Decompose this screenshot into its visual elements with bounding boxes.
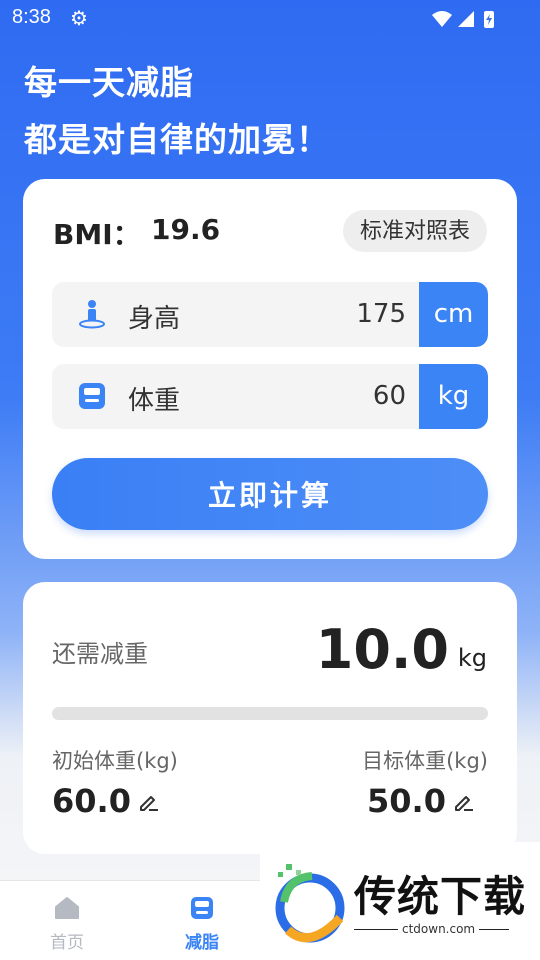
- slogan-line-1: 每一天减脂: [24, 63, 194, 102]
- remaining-value: 10.0: [315, 618, 449, 681]
- weight-label: 体重: [128, 386, 181, 416]
- scale-icon: [191, 897, 213, 919]
- tab-fat-loss-label: 减脂: [185, 933, 219, 953]
- bmi-label: BMI：: [53, 218, 141, 251]
- height-label: 身高: [128, 304, 181, 334]
- weight-goal-card: 还需减重 10.0 kg 初始体重(kg) 60.0 目标体重(kg) 50.0: [23, 582, 517, 854]
- weight-input-row[interactable]: 体重 60 kg: [52, 364, 488, 429]
- remaining-label: 还需减重: [52, 640, 148, 668]
- target-weight-value: 50.0: [367, 782, 446, 820]
- watermark-logo-icon: [275, 864, 345, 943]
- bmi-calculator-card: BMI： 19.6 标准对照表 身高 175 cm 体重 60 kg 立即计算: [23, 179, 517, 559]
- weight-loss-progress-bar: [52, 707, 488, 720]
- settings-gear-icon: ⚙: [70, 8, 88, 30]
- tab-home-label: 首页: [50, 933, 84, 953]
- watermark-text: 传统下载: [354, 872, 527, 921]
- tab-home[interactable]: 首页: [27, 896, 107, 953]
- status-time: 8:38: [12, 6, 51, 28]
- tab-fat-loss[interactable]: 减脂: [162, 896, 242, 953]
- standard-chart-button[interactable]: 标准对照表: [342, 210, 487, 252]
- slogan-line-2: 都是对自律的加冕！: [24, 120, 330, 159]
- signal-wifi-battery-icons: [432, 11, 494, 28]
- scale-icon: [79, 383, 105, 409]
- status-bar: 8:38 ⚙: [0, 0, 540, 38]
- remaining-unit: kg: [457, 644, 487, 672]
- weight-value[interactable]: 60: [286, 381, 406, 411]
- initial-weight-value: 60.0: [52, 782, 131, 820]
- cell-signal-icon: [458, 11, 474, 27]
- home-icon: [55, 897, 79, 919]
- height-input-row[interactable]: 身高 175 cm: [52, 282, 488, 347]
- calculate-button[interactable]: 立即计算: [52, 458, 488, 530]
- height-value[interactable]: 175: [286, 299, 406, 329]
- bmi-value: 19.6: [151, 213, 221, 246]
- wifi-icon: [432, 11, 452, 27]
- edit-target-weight-icon[interactable]: [452, 790, 476, 814]
- edit-initial-weight-icon[interactable]: [137, 790, 161, 814]
- initial-weight-label: 初始体重(kg): [52, 749, 178, 773]
- person-height-icon: [79, 300, 105, 329]
- watermark-url: ctdown.com: [398, 922, 480, 936]
- target-weight-label: 目标体重(kg): [362, 749, 488, 773]
- weight-unit: kg: [419, 364, 488, 429]
- height-unit: cm: [419, 282, 488, 347]
